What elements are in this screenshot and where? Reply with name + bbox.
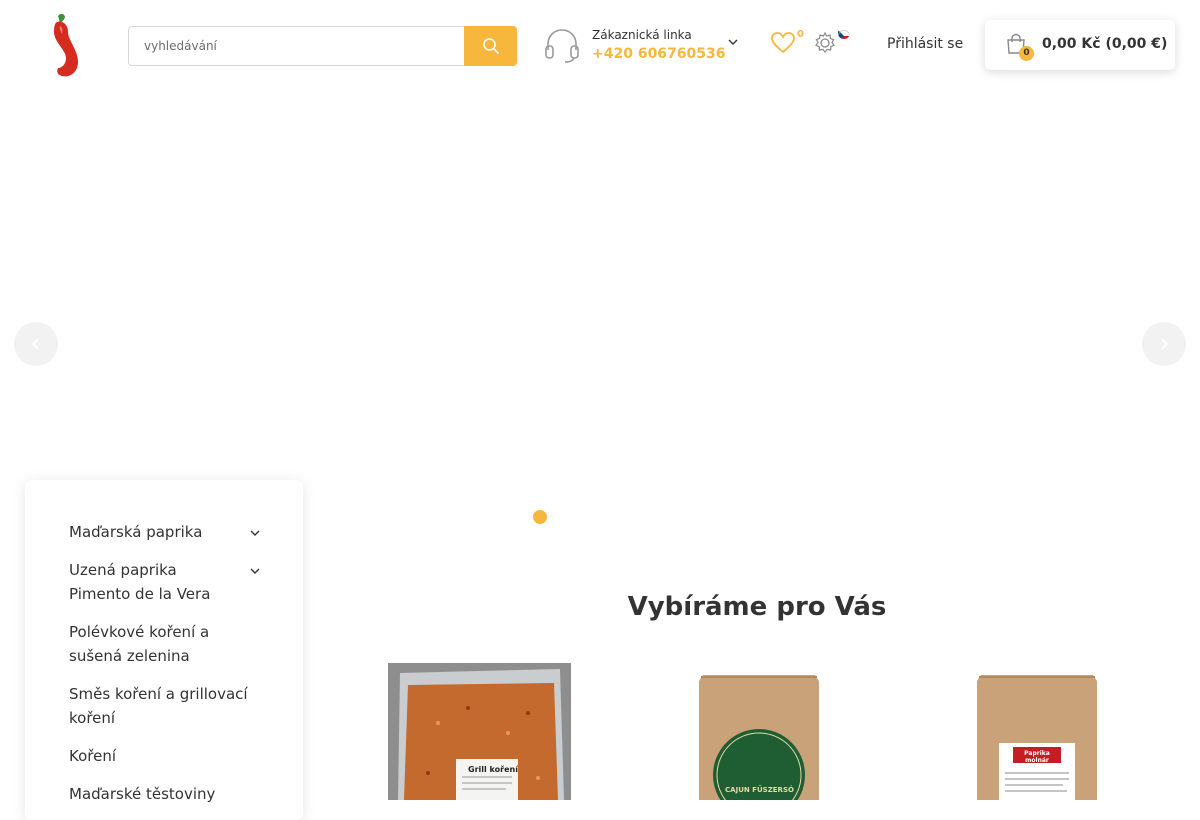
category-label: Polévkové koření a sušená zelenina: [69, 623, 210, 665]
search-icon: [482, 38, 499, 54]
category-item-madarske-testoviny[interactable]: Maďarské těstoviny: [69, 782, 265, 806]
search-input[interactable]: [129, 27, 465, 65]
czech-flag-icon[interactable]: [838, 27, 850, 39]
site-header: Zákaznická linka +420 606760536 0 Přihlá…: [0, 0, 1200, 90]
category-label: Směs koření a grillovací koření: [69, 685, 248, 727]
heart-icon: [771, 32, 795, 54]
login-link[interactable]: Přihlásit se: [887, 36, 963, 52]
search-button[interactable]: [464, 26, 517, 66]
chevron-down-icon[interactable]: [249, 527, 261, 539]
category-label: Koření: [69, 747, 117, 765]
slider-next-button[interactable]: [1142, 322, 1186, 366]
chevron-down-icon[interactable]: [727, 36, 739, 48]
wishlist-count: 0: [797, 29, 804, 40]
headset-icon: [545, 29, 579, 63]
settings-button[interactable]: [813, 31, 837, 55]
grill-koreni-product-image[interactable]: Grill koření: [388, 663, 571, 800]
slider-dot-active[interactable]: [533, 510, 547, 524]
slider-prev-button[interactable]: [14, 322, 58, 366]
product-label: Paprika molnár: [1024, 750, 1050, 764]
support-label: Zákaznická linka: [592, 28, 692, 42]
category-item-koreni[interactable]: Koření: [69, 744, 265, 768]
cart-count-badge: 0: [1019, 46, 1034, 61]
chevron-right-icon: [1161, 338, 1169, 350]
category-sidebar: Maďarská paprika Uzená paprika Pimento d…: [25, 480, 303, 820]
chili-pepper-logo[interactable]: [44, 12, 82, 78]
support-phone[interactable]: +420 606760536: [592, 46, 726, 62]
product-label: CAJUN FŰSZERSÓ: [725, 786, 794, 794]
chevron-left-icon: [31, 338, 39, 350]
cajun-fuszerso-product-image[interactable]: CAJUN FŰSZERSÓ: [667, 663, 850, 800]
category-item-polevkove-koreni[interactable]: Polévkové koření a sušená zelenina: [69, 620, 265, 668]
search-box: [128, 26, 517, 66]
gear-icon: [815, 31, 835, 53]
customer-support[interactable]: Zákaznická linka +420 606760536: [543, 24, 743, 68]
section-title: Vybíráme pro Vás: [627, 592, 887, 622]
cart-total: 0,00 Kč (0,00 €): [1042, 36, 1168, 52]
paprika-molnar-product-image[interactable]: Paprika molnár: [945, 663, 1128, 800]
product-label: Grill koření: [468, 765, 518, 774]
category-label: Maďarské těstoviny: [69, 785, 216, 803]
category-label: Maďarská paprika: [69, 523, 203, 541]
category-item-smes-koreni[interactable]: Směs koření a grillovací koření: [69, 682, 265, 730]
cart-button[interactable]: 0 0,00 Kč (0,00 €): [985, 20, 1175, 70]
category-item-madarska-paprika[interactable]: Maďarská paprika: [69, 520, 265, 544]
chevron-down-icon[interactable]: [249, 565, 261, 577]
